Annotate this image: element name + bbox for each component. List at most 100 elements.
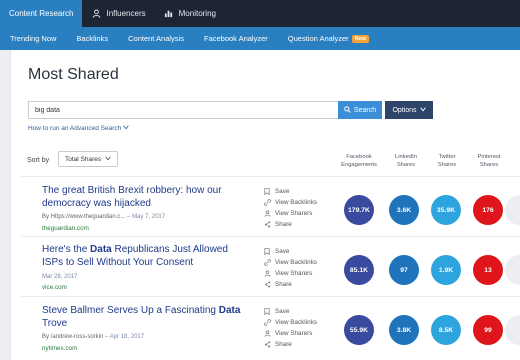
- subnav-backlinks[interactable]: Backlinks: [76, 34, 108, 43]
- article-title-keyword: Data: [90, 244, 112, 255]
- column-header-linkedin[interactable]: LinkedIn Shares: [386, 153, 426, 169]
- subnav-facebook-analyzer-label: Facebook Analyzer: [203, 34, 268, 43]
- view-sharers-action[interactable]: View Sharers: [263, 328, 317, 339]
- view-sharers-action-label: View Sharers: [275, 270, 313, 277]
- bookmark-icon: [263, 248, 271, 255]
- view-sharers-action[interactable]: View Sharers: [263, 208, 317, 219]
- chevron-down-icon: [419, 106, 426, 114]
- subnav-trending-now-label: Trending Now: [10, 34, 57, 43]
- linkedin-shares-badge: 97: [389, 255, 419, 285]
- save-action-label: Save: [275, 248, 290, 255]
- article-byline: By /andrew-ross-sorkin – Apr 18, 2017: [42, 334, 144, 340]
- article-title[interactable]: The great British Brexit robbery: how ou…: [42, 184, 257, 210]
- article-title-line1: The great British Brexit robbery: how ou…: [42, 185, 222, 196]
- search-icon: [344, 105, 351, 115]
- options-button[interactable]: Options: [385, 101, 433, 119]
- user-icon: [263, 270, 271, 277]
- view-backlinks-action[interactable]: View Backlinks: [263, 317, 317, 328]
- left-gutter: [0, 50, 10, 360]
- sort-select[interactable]: Total Shares: [58, 151, 118, 167]
- user-icon: [91, 9, 101, 19]
- article-title-text: Steve Ballmer Serves Up a Fascinating: [42, 305, 219, 316]
- article-title-line1: Here's the Data Republicans Just Allowed: [42, 243, 257, 256]
- search-input[interactable]: [28, 101, 339, 119]
- share-action[interactable]: Share: [263, 219, 317, 230]
- article-date: May 7, 2017: [132, 214, 166, 220]
- view-sharers-action[interactable]: View Sharers: [263, 268, 317, 279]
- search-button[interactable]: Search: [338, 101, 382, 119]
- sort-select-value: Total Shares: [65, 155, 102, 163]
- subnav-content-analysis[interactable]: Content Analysis: [128, 34, 184, 43]
- view-backlinks-action-label: View Backlinks: [275, 319, 317, 326]
- user-icon: [263, 210, 271, 217]
- article-domain[interactable]: nytimes.com: [42, 345, 77, 352]
- column-header-twitter[interactable]: Twitter Shares: [427, 153, 467, 169]
- topnav-content-research[interactable]: Content Research: [0, 0, 83, 27]
- share-icon: [263, 281, 271, 288]
- top-nav: Content Research Influencers Monitoring: [0, 0, 520, 27]
- facebook-engagements-badge: 85.1K: [344, 255, 374, 285]
- user-icon: [263, 330, 271, 337]
- subnav-facebook-analyzer[interactable]: Facebook Analyzer: [204, 34, 268, 43]
- view-backlinks-action[interactable]: View Backlinks: [263, 257, 317, 268]
- facebook-engagements-badge: 179.7K: [344, 195, 374, 225]
- save-action[interactable]: Save: [263, 306, 317, 317]
- bookmark-icon: [263, 308, 271, 315]
- article-date: Mar 28, 2017: [42, 274, 78, 280]
- subnav-question-analyzer-label: Question Analyzer: [287, 34, 349, 43]
- divider: [21, 176, 520, 177]
- view-backlinks-action-label: View Backlinks: [275, 199, 317, 206]
- advanced-search-link-label: How to run an Advanced Search: [28, 125, 122, 132]
- column-header-twitter-line2: Shares: [437, 162, 457, 169]
- subnav-trending-now[interactable]: Trending Now: [10, 34, 56, 43]
- options-button-label: Options: [392, 106, 417, 114]
- column-header-linkedin-line1: LinkedIn: [395, 154, 417, 160]
- new-badge: New: [351, 34, 369, 43]
- column-header-linkedin-line2: Shares: [396, 162, 416, 169]
- share-action[interactable]: Share: [263, 339, 317, 350]
- sub-nav: Trending Now Backlinks Content Analysis …: [0, 27, 520, 50]
- view-backlinks-action[interactable]: View Backlinks: [263, 197, 317, 208]
- facebook-engagements-badge: 55.9K: [344, 315, 374, 345]
- column-header-facebook-line2: Engagements: [341, 162, 377, 169]
- article-title-line1: Steve Ballmer Serves Up a Fascinating Da…: [42, 304, 257, 317]
- topnav-influencers[interactable]: Influencers: [82, 0, 154, 27]
- article-title[interactable]: Here's the Data Republicans Just Allowed…: [42, 243, 257, 269]
- subnav-question-analyzer[interactable]: Question Analyzer New: [288, 34, 369, 43]
- column-header-pinterest[interactable]: Pinterest Shares: [469, 153, 509, 169]
- view-sharers-action-label: View Sharers: [275, 330, 313, 337]
- link-icon: [263, 199, 271, 206]
- share-action[interactable]: Share: [263, 279, 317, 290]
- chevron-down-icon: [105, 155, 111, 163]
- save-action-label: Save: [275, 308, 290, 315]
- article-title-keyword: Data: [218, 305, 241, 316]
- column-header-twitter-line1: Twitter: [438, 154, 456, 160]
- article-author: By Https://www.theguardian.c...: [42, 214, 126, 220]
- article-actions: Save View Backlinks View Sharers Share: [263, 186, 317, 230]
- pinterest-shares-badge: 13: [473, 255, 503, 285]
- twitter-shares-badge: 35.9K: [431, 195, 461, 225]
- article-title[interactable]: Steve Ballmer Serves Up a Fascinating Da…: [42, 304, 257, 330]
- view-backlinks-action-label: View Backlinks: [275, 259, 317, 266]
- pinterest-shares-badge: 99: [473, 315, 503, 345]
- more-shares-badge: [505, 315, 520, 345]
- article-domain[interactable]: vice.com: [42, 284, 67, 291]
- column-header-facebook[interactable]: Facebook Engagements: [334, 153, 384, 169]
- share-action-label: Share: [275, 341, 292, 348]
- share-icon: [263, 341, 271, 348]
- share-action-label: Share: [275, 221, 292, 228]
- more-shares-badge: [505, 255, 520, 285]
- twitter-shares-badge: 1.9K: [431, 255, 461, 285]
- article-actions: Save View Backlinks View Sharers Share: [263, 246, 317, 290]
- more-shares-badge: [505, 195, 520, 225]
- article-date: Apr 18, 2017: [109, 334, 145, 340]
- page-title: Most Shared: [28, 66, 119, 83]
- save-action-label: Save: [275, 188, 290, 195]
- save-action[interactable]: Save: [263, 186, 317, 197]
- bar-chart-icon: [164, 9, 174, 19]
- article-domain[interactable]: theguardian.com: [42, 225, 89, 232]
- divider: [21, 236, 520, 237]
- topnav-monitoring[interactable]: Monitoring: [155, 0, 225, 27]
- save-action[interactable]: Save: [263, 246, 317, 257]
- advanced-search-link[interactable]: How to run an Advanced Search: [28, 125, 129, 132]
